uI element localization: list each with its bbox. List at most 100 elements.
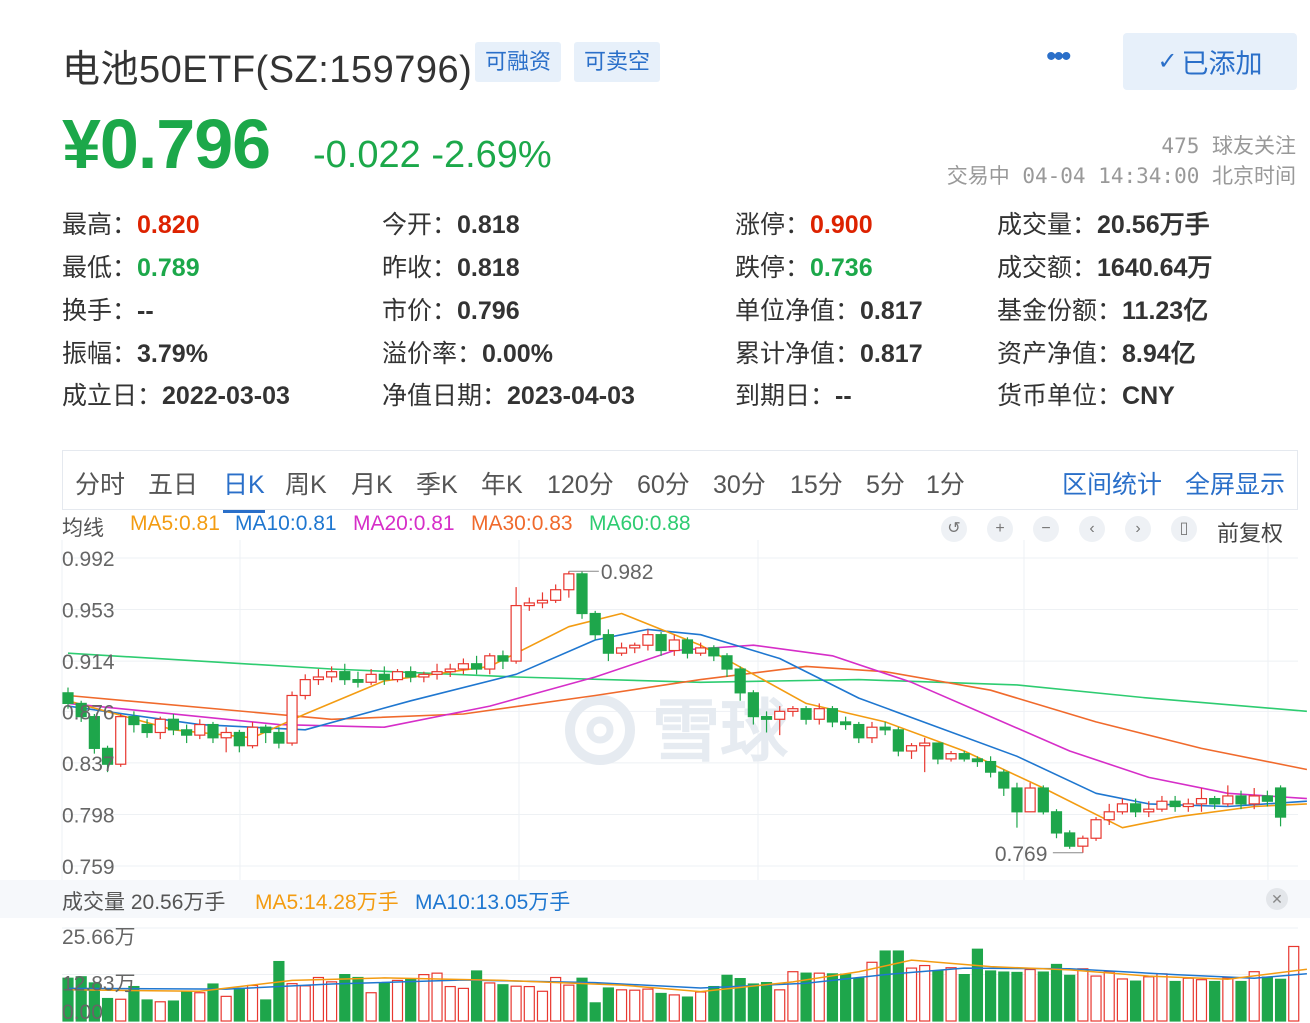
stat-value: 3.79% — [137, 340, 208, 368]
stat-label: 跌停 — [735, 254, 786, 282]
candle — [800, 706, 812, 725]
ma-legend-item: MA60:0.88 — [589, 512, 691, 535]
tab-0[interactable]: 分时 — [75, 465, 125, 501]
candle — [1103, 803, 1115, 826]
volume-bar — [181, 991, 193, 1022]
candle — [181, 724, 193, 744]
added-button[interactable]: ✓ 已添加 — [1123, 33, 1297, 90]
stat-label: 成交额 — [997, 254, 1073, 282]
stat-separator: ： — [432, 211, 458, 239]
candle — [1274, 785, 1287, 827]
candle — [681, 637, 694, 659]
volume-chart[interactable]: 25.66万 12.83万 0.00 — [0, 918, 1310, 1023]
candle — [1156, 795, 1168, 812]
stat-separator: ： — [137, 382, 163, 410]
tab-1[interactable]: 五日 — [148, 465, 198, 501]
zoom-out-icon[interactable]: − — [1033, 516, 1059, 542]
tab-8[interactable]: 60分 — [637, 465, 690, 501]
candle — [1064, 830, 1076, 849]
y-tick-label: 0.837 — [62, 753, 115, 776]
volume-bar — [695, 991, 707, 1022]
zoom-in-icon[interactable]: + — [987, 516, 1013, 542]
stat-separator: ： — [482, 382, 508, 410]
volume-bar — [1222, 977, 1234, 1022]
short-sell-tag[interactable]: 可卖空 — [574, 42, 661, 82]
stat-label: 基金份额 — [997, 297, 1098, 325]
volume-y-tick: 0.00 — [62, 1001, 103, 1023]
fullscreen-link[interactable]: 全屏显示 — [1185, 465, 1285, 501]
tab-6[interactable]: 年K — [481, 465, 523, 501]
stat-item: 跌停：0.736 — [735, 248, 873, 284]
candle — [1209, 795, 1221, 810]
candle — [273, 727, 285, 749]
volume-bar — [984, 970, 997, 1022]
volume-y-tick: 12.83万 — [62, 973, 136, 996]
next-icon[interactable]: › — [1125, 516, 1151, 542]
followers-count: 475 球友关注 — [1161, 134, 1296, 158]
stat-item: 单位净值：0.817 — [735, 291, 923, 327]
tab-3[interactable]: 周K — [285, 465, 327, 501]
tab-7[interactable]: 120分 — [547, 465, 614, 501]
volume-bar — [813, 972, 825, 1022]
low-annotation: 0.769 — [995, 843, 1048, 866]
candle — [826, 706, 839, 728]
candle — [339, 663, 351, 685]
candle — [550, 584, 562, 603]
range-stats-link[interactable]: 区间统计 — [1062, 465, 1162, 501]
stat-item: 昨收：0.818 — [382, 248, 520, 284]
volume-bar — [721, 974, 733, 1022]
tab-12[interactable]: 1分 — [926, 465, 965, 501]
stat-value: 0.00% — [482, 340, 553, 368]
volume-bar — [1248, 971, 1260, 1022]
volume-bar — [734, 977, 746, 1022]
stat-value: 2022-03-03 — [162, 382, 290, 410]
tab-9[interactable]: 30分 — [713, 465, 766, 501]
more-icon[interactable]: ••• — [1046, 42, 1071, 72]
stat-item: 基金份额：11.23亿 — [997, 291, 1208, 327]
tab-11[interactable]: 5分 — [866, 465, 905, 501]
candle — [905, 743, 918, 759]
change-percent: -2.69% — [431, 134, 552, 176]
candle — [1077, 835, 1089, 853]
stat-value: 8.94亿 — [1122, 340, 1196, 368]
prev-icon[interactable]: ‹ — [1079, 516, 1105, 542]
stat-label: 到期日 — [735, 382, 811, 410]
volume-bar — [1077, 968, 1089, 1022]
stat-item: 成交额：1640.64万 — [997, 248, 1212, 284]
stat-value: 0.900 — [810, 211, 873, 239]
change-amount: -0.022 — [313, 134, 421, 176]
stat-separator: ： — [835, 340, 861, 368]
close-icon[interactable]: ✕ — [1266, 888, 1288, 910]
current-price: ¥0.796 — [62, 105, 271, 183]
volume-bar — [550, 976, 562, 1022]
stat-item: 振幅：3.79% — [62, 334, 208, 370]
volume-bar — [286, 983, 298, 1022]
volume-bar — [879, 950, 891, 1022]
y-tick-label: 0.876 — [62, 701, 115, 724]
volume-bar — [642, 988, 654, 1022]
candle — [576, 571, 588, 619]
volume-bar — [958, 974, 970, 1022]
tab-5[interactable]: 季K — [416, 465, 458, 501]
margin-tag[interactable]: 可融资 — [475, 42, 562, 82]
candle — [1050, 809, 1063, 839]
stat-separator: ： — [457, 340, 483, 368]
candle — [1169, 795, 1181, 812]
added-label: 已添加 — [1181, 49, 1263, 79]
volume-bar — [919, 964, 931, 1022]
volume-bar — [576, 977, 588, 1022]
candle — [194, 719, 206, 740]
volume-bar — [853, 977, 865, 1022]
stat-label: 资产净值 — [997, 340, 1098, 368]
candle-icon[interactable]: ▯ — [1171, 516, 1197, 542]
volume-bar — [523, 985, 535, 1022]
tab-4[interactable]: 月K — [351, 465, 393, 501]
stat-value: 0.820 — [137, 211, 200, 239]
ma-legend-item: MA20:0.81 — [353, 512, 455, 535]
candlestick-chart[interactable]: 雪球 0.992 0.953 0.914 0.876 0.837 0.798 0.759 0… — [0, 540, 1310, 885]
tab-2[interactable]: 日K — [223, 465, 265, 513]
candle — [299, 674, 311, 700]
undo-icon[interactable]: ↺ — [941, 516, 967, 542]
tab-10[interactable]: 15分 — [790, 465, 843, 501]
volume-bar — [760, 981, 773, 1022]
